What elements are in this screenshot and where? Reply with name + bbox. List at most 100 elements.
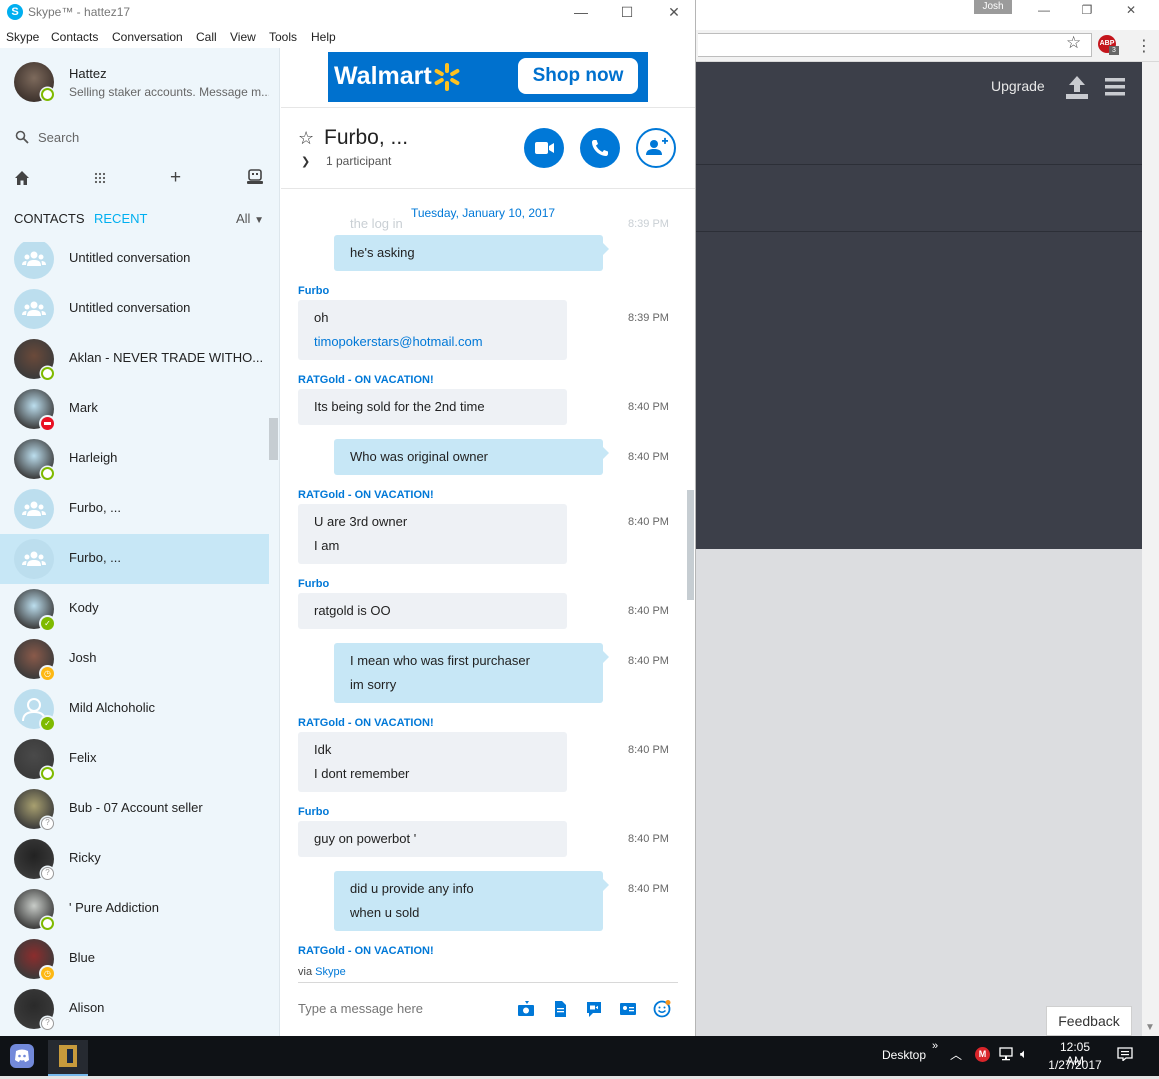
contact-item[interactable]: Ricky?: [0, 834, 269, 884]
outgoing-message[interactable]: did u provide any info when u sold: [334, 871, 609, 931]
bookmark-star-icon[interactable]: ☆: [1066, 33, 1081, 53]
contact-item[interactable]: Mark: [0, 384, 269, 434]
message-sender[interactable]: RATGold - ON VACATION!: [298, 945, 434, 957]
menu-help[interactable]: Help: [311, 30, 336, 44]
conversation-title[interactable]: Furbo, ...: [324, 126, 408, 150]
menu-tools[interactable]: Tools: [269, 30, 297, 44]
upload-icon[interactable]: [1065, 74, 1089, 100]
message-sender[interactable]: Furbo: [298, 285, 329, 297]
emoticon-icon[interactable]: [653, 1000, 671, 1018]
contact-item[interactable]: Harleigh: [0, 434, 269, 484]
feedback-button[interactable]: Feedback: [1046, 1006, 1132, 1036]
menu-call[interactable]: Call: [196, 30, 217, 44]
browser-minimize-icon[interactable]: —: [1030, 2, 1058, 18]
tab-recent[interactable]: RECENT: [94, 211, 147, 226]
close-icon[interactable]: ✕: [659, 2, 689, 22]
outgoing-message[interactable]: he's asking: [334, 235, 609, 271]
browser-scrollbar[interactable]: [1142, 62, 1159, 1036]
message-sender[interactable]: RATGold - ON VACATION!: [298, 489, 434, 501]
incoming-message[interactable]: Its being sold for the 2nd time: [298, 389, 567, 425]
search-input[interactable]: Search: [38, 130, 79, 145]
shop-now-button[interactable]: Shop now: [518, 58, 638, 94]
desktop-toolbar[interactable]: Desktop: [882, 1048, 926, 1062]
contact-item[interactable]: Alison?: [0, 984, 269, 1034]
tab-contacts[interactable]: CONTACTS: [14, 211, 85, 226]
via-skype-link[interactable]: Skype: [315, 966, 346, 978]
browser-profile-tab[interactable]: Josh: [974, 0, 1012, 14]
message-link[interactable]: timopokerstars@hotmail.com: [314, 330, 551, 354]
filter-dropdown[interactable]: All ▼: [236, 211, 264, 226]
send-photo-icon[interactable]: [517, 1000, 535, 1018]
menu-conversation[interactable]: Conversation: [112, 30, 183, 44]
contact-item[interactable]: Mild Alchoholic ✓: [0, 684, 269, 734]
presence-status-icon: [41, 467, 54, 480]
contact-item[interactable]: Kody ✓: [0, 584, 269, 634]
group-icon: [22, 301, 46, 316]
browser-close-icon[interactable]: ✕: [1117, 2, 1145, 18]
maximize-icon[interactable]: ☐: [612, 2, 642, 22]
home-icon[interactable]: [14, 170, 30, 186]
action-center-icon[interactable]: [1117, 1047, 1133, 1061]
contact-item[interactable]: Josh ◷: [0, 634, 269, 684]
resize-grip-icon[interactable]: ▼: [1145, 1022, 1155, 1033]
outgoing-message[interactable]: I mean who was first purchaser im sorry: [334, 643, 609, 703]
league-of-legends-icon[interactable]: [48, 1040, 88, 1076]
browser-restore-icon[interactable]: ❐: [1073, 2, 1101, 18]
upgrade-link[interactable]: Upgrade: [991, 78, 1045, 94]
profile-mood-message[interactable]: Selling staker accounts. Message m...: [69, 85, 269, 99]
minimize-icon[interactable]: —: [566, 2, 596, 22]
mega-tray-icon[interactable]: M: [975, 1047, 990, 1062]
video-call-button[interactable]: [524, 128, 564, 168]
audio-call-button[interactable]: [580, 128, 620, 168]
contact-item[interactable]: Untitled conversation: [0, 242, 269, 284]
menu-contacts[interactable]: Contacts: [51, 30, 98, 44]
profile-name[interactable]: Hattez: [69, 66, 107, 81]
network-icon[interactable]: [998, 1047, 1014, 1061]
ad-banner[interactable]: Walmart Shop now: [328, 52, 648, 102]
incoming-message[interactable]: ratgold is OO: [298, 593, 567, 629]
send-file-icon[interactable]: [551, 1000, 569, 1018]
contact-item[interactable]: Furbo, ...: [0, 534, 269, 584]
contact-item[interactable]: Aklan - NEVER TRADE WITHO...: [0, 334, 269, 384]
outgoing-message[interactable]: Who was original owner: [334, 439, 609, 475]
incoming-message[interactable]: guy on powerbot ': [298, 821, 567, 857]
chevron-right-icon[interactable]: ❯: [301, 155, 310, 168]
participant-count[interactable]: 1 participant: [326, 154, 391, 168]
browser-menu-icon[interactable]: ⋮: [1136, 36, 1152, 56]
dialpad-icon[interactable]: [94, 172, 106, 184]
message-sender[interactable]: Furbo: [298, 578, 329, 590]
add-participant-button[interactable]: [636, 128, 676, 168]
discord-icon[interactable]: [10, 1044, 34, 1068]
toolbar-overflow-icon[interactable]: »: [932, 1040, 938, 1052]
hamburger-menu-icon[interactable]: [1104, 76, 1126, 98]
bot-icon[interactable]: [246, 169, 264, 185]
incoming-message[interactable]: Idk I dont remember: [298, 732, 567, 792]
contact-item[interactable]: Untitled conversation: [0, 284, 269, 334]
contact-item[interactable]: Blue ◷: [0, 934, 269, 984]
url-field[interactable]: [698, 33, 1092, 57]
menu-skype[interactable]: Skype: [6, 30, 39, 44]
menu-view[interactable]: View: [230, 30, 256, 44]
message-input[interactable]: [298, 1001, 508, 1016]
send-contact-icon[interactable]: [619, 1000, 637, 1018]
video-message-icon[interactable]: [585, 1000, 603, 1018]
favorite-star-icon[interactable]: ☆: [298, 128, 314, 149]
clock-date[interactable]: 1/27/2017: [1046, 1058, 1104, 1072]
message-sender[interactable]: Furbo: [298, 806, 329, 818]
volume-icon[interactable]: 🔈︎: [1020, 1046, 1028, 1062]
incoming-message[interactable]: U are 3rd owner I am: [298, 504, 567, 564]
contact-item[interactable]: Bub - 07 Account seller?: [0, 784, 269, 834]
contact-item[interactable]: Felix: [0, 734, 269, 784]
contact-item[interactable]: Furbo, ...: [0, 484, 269, 534]
message-sender[interactable]: RATGold - ON VACATION!: [298, 374, 434, 386]
add-contact-icon[interactable]: +: [170, 167, 181, 189]
browser-window: Josh — ❐ ✕ ☆ ABP 3 ⋮ Upgrade Feedback ▼: [696, 0, 1159, 1036]
contacts-list[interactable]: Untitled conversation Untitled conversati…: [0, 242, 269, 1036]
chat-history[interactable]: Tuesday, January 10, 2017 the log in 8:3…: [281, 189, 685, 979]
chat-scrollbar-thumb[interactable]: [687, 490, 694, 600]
message-sender[interactable]: RATGold - ON VACATION!: [298, 717, 434, 729]
show-hidden-icons-icon[interactable]: ︿: [950, 1046, 962, 1063]
contact-item[interactable]: ' Pure Addiction: [0, 884, 269, 934]
sidebar-scrollbar-thumb[interactable]: [269, 418, 278, 460]
incoming-message[interactable]: oh timopokerstars@hotmail.com: [298, 300, 567, 360]
